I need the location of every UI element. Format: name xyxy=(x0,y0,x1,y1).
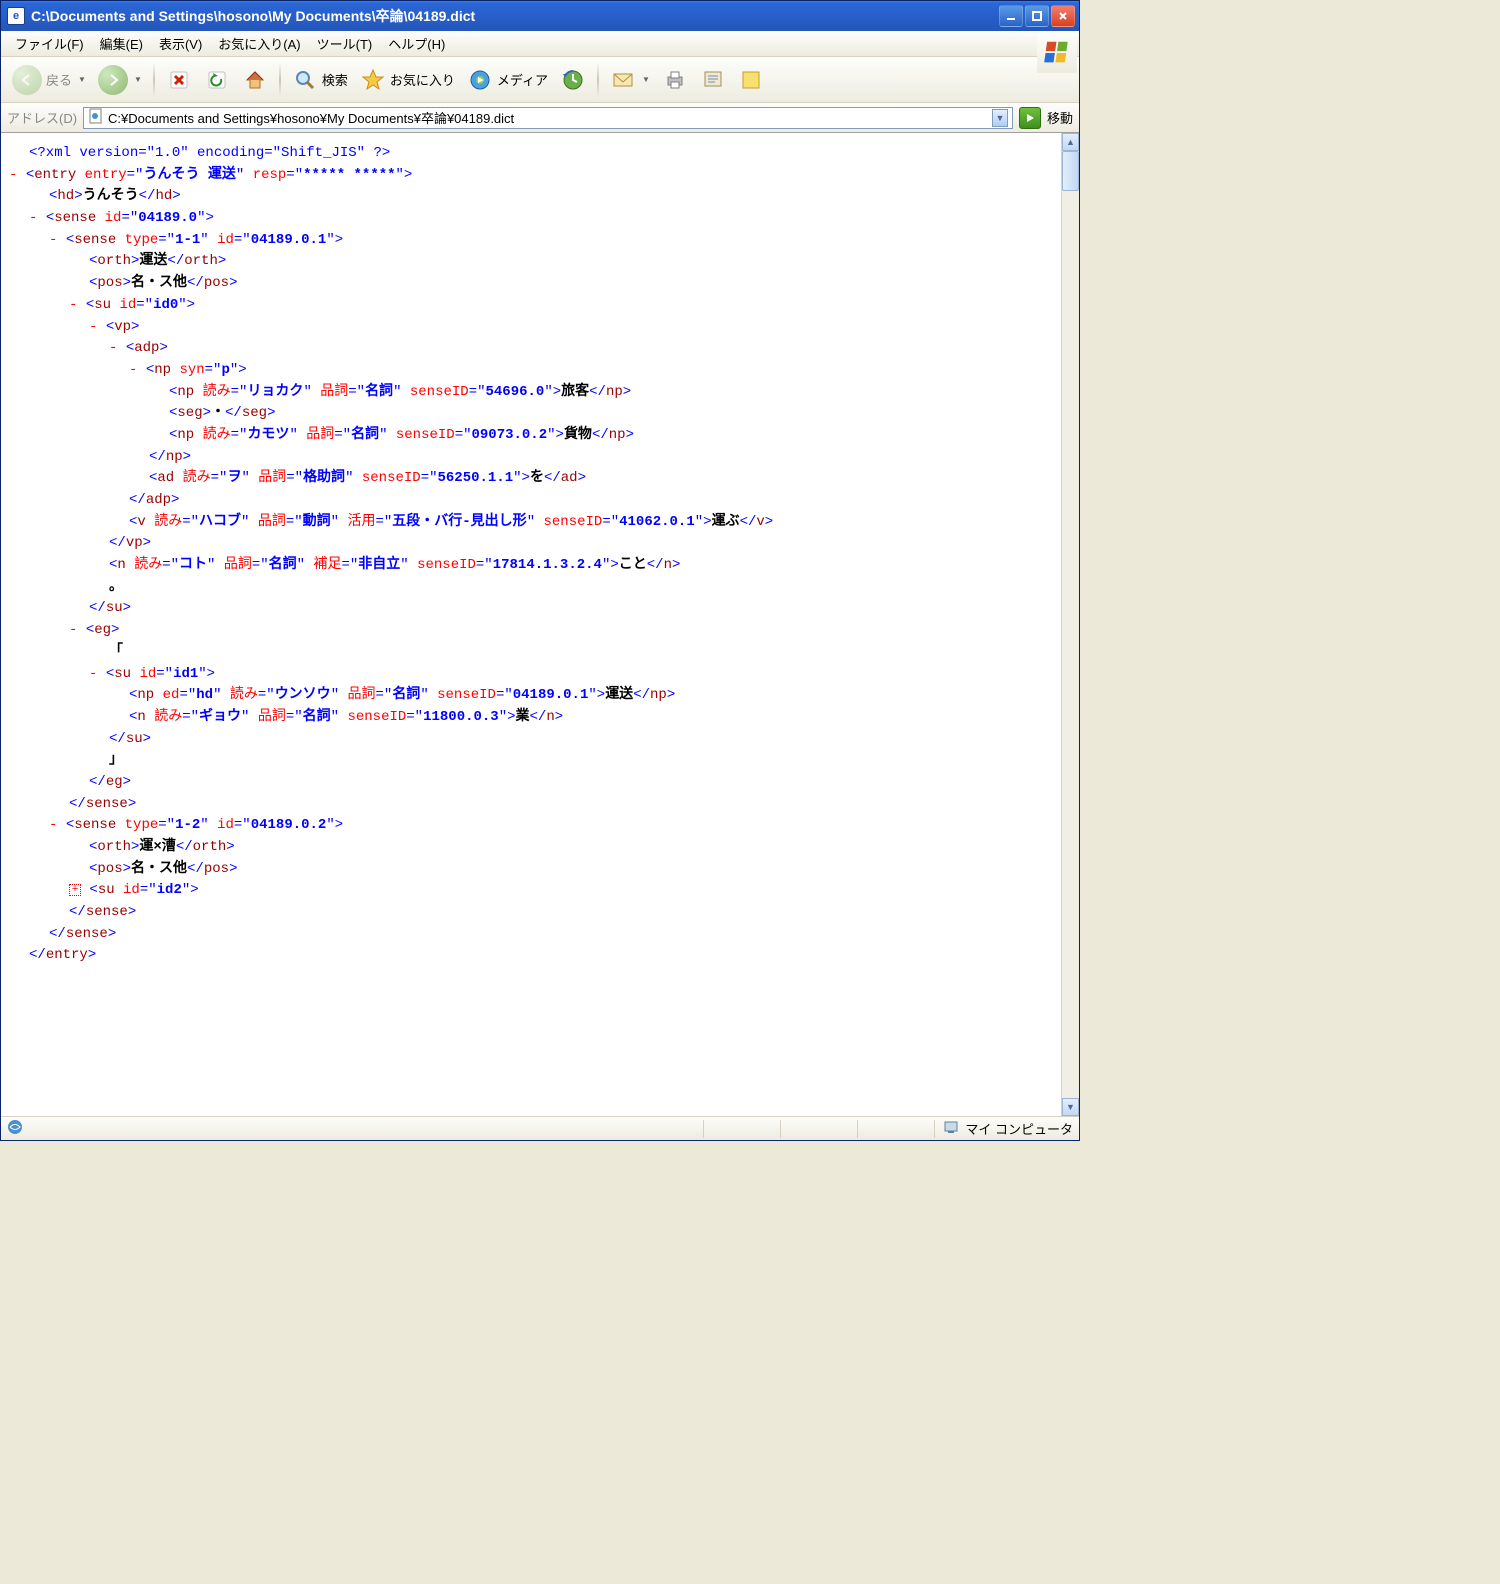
maximize-button[interactable] xyxy=(1025,5,1049,27)
star-icon xyxy=(360,67,386,93)
vertical-scrollbar[interactable]: ▲ ▼ xyxy=(1061,133,1079,1116)
media-icon xyxy=(467,67,493,93)
scroll-up-icon[interactable]: ▲ xyxy=(1062,133,1079,151)
history-icon xyxy=(560,67,586,93)
collapse-toggle[interactable]: - xyxy=(9,167,17,183)
collapse-toggle[interactable]: - xyxy=(89,666,97,682)
stop-button[interactable] xyxy=(161,63,197,97)
favorites-label: お気に入り xyxy=(390,70,455,89)
ie-app-icon: e xyxy=(7,7,25,25)
address-value: C:¥Documents and Settings¥hosono¥My Docu… xyxy=(108,108,988,127)
go-label: 移動 xyxy=(1047,108,1073,127)
search-icon xyxy=(292,67,318,93)
back-label: 戻る xyxy=(46,70,72,89)
go-button[interactable] xyxy=(1019,107,1041,129)
collapse-toggle[interactable]: - xyxy=(49,817,57,833)
minimize-button[interactable] xyxy=(999,5,1023,27)
history-button[interactable] xyxy=(555,63,591,97)
ie-status-icon xyxy=(7,1119,23,1138)
chevron-down-icon: ▼ xyxy=(134,75,142,84)
search-label: 検索 xyxy=(322,70,348,89)
back-button[interactable]: 戻る ▼ xyxy=(7,63,91,97)
menu-file[interactable]: ファイル(F) xyxy=(7,31,92,56)
page-icon xyxy=(88,108,104,127)
favorites-button[interactable]: お気に入り xyxy=(355,63,460,97)
title-bar: e C:\Documents and Settings\hosono\My Do… xyxy=(1,1,1079,31)
chevron-down-icon: ▼ xyxy=(78,75,86,84)
collapse-toggle[interactable]: - xyxy=(129,362,137,378)
expand-toggle[interactable]: + xyxy=(69,884,81,896)
media-button[interactable]: メディア xyxy=(462,63,553,97)
collapse-toggle[interactable]: - xyxy=(89,319,97,335)
window-title: C:\Documents and Settings\hosono\My Docu… xyxy=(31,6,999,26)
xml-declaration: <?xml version="1.0" encoding="Shift_JIS"… xyxy=(29,145,390,161)
media-label: メディア xyxy=(497,70,548,89)
address-label: アドレス(D) xyxy=(7,108,77,127)
collapse-toggle[interactable]: - xyxy=(69,297,77,313)
forward-button[interactable]: ▼ xyxy=(93,63,147,97)
close-button[interactable] xyxy=(1051,5,1075,27)
menu-favorites[interactable]: お気に入り(A) xyxy=(210,31,308,56)
menu-view[interactable]: 表示(V) xyxy=(151,31,210,56)
print-button[interactable] xyxy=(657,63,693,97)
edit-icon xyxy=(700,67,726,93)
collapse-toggle[interactable]: - xyxy=(49,232,57,248)
address-bar: アドレス(D) C:¥Documents and Settings¥hosono… xyxy=(1,103,1079,133)
collapse-toggle[interactable]: - xyxy=(29,210,37,226)
address-dropdown[interactable]: ▼ xyxy=(992,109,1008,127)
menu-edit[interactable]: 編集(E) xyxy=(92,31,151,56)
toolbar: 戻る ▼ ▼ 検索 お気に入り メディア ▼ xyxy=(1,57,1079,103)
print-icon xyxy=(662,67,688,93)
search-button[interactable]: 検索 xyxy=(287,63,353,97)
mail-icon xyxy=(610,67,636,93)
zone-icon xyxy=(943,1119,959,1138)
chevron-down-icon: ▼ xyxy=(642,75,650,84)
menu-tools[interactable]: ツール(T) xyxy=(309,31,381,56)
status-bar: マイ コンピュータ xyxy=(1,1116,1079,1140)
mail-button[interactable]: ▼ xyxy=(605,63,655,97)
note-icon xyxy=(738,67,764,93)
refresh-button[interactable] xyxy=(199,63,235,97)
home-button[interactable] xyxy=(237,63,273,97)
edit-button[interactable] xyxy=(695,63,731,97)
xml-content[interactable]: <?xml version="1.0" encoding="Shift_JIS"… xyxy=(1,133,1061,1116)
messenger-button[interactable] xyxy=(733,63,769,97)
zone-label: マイ コンピュータ xyxy=(965,1119,1073,1138)
windows-logo-icon xyxy=(1037,33,1077,73)
scroll-down-icon[interactable]: ▼ xyxy=(1062,1098,1079,1116)
scroll-thumb[interactable] xyxy=(1062,151,1079,191)
menu-bar: ファイル(F) 編集(E) 表示(V) お気に入り(A) ツール(T) ヘルプ(… xyxy=(1,31,1079,57)
address-field[interactable]: C:¥Documents and Settings¥hosono¥My Docu… xyxy=(83,107,1013,129)
collapse-toggle[interactable]: - xyxy=(69,622,77,638)
menu-help[interactable]: ヘルプ(H) xyxy=(380,31,453,56)
collapse-toggle[interactable]: - xyxy=(109,340,117,356)
